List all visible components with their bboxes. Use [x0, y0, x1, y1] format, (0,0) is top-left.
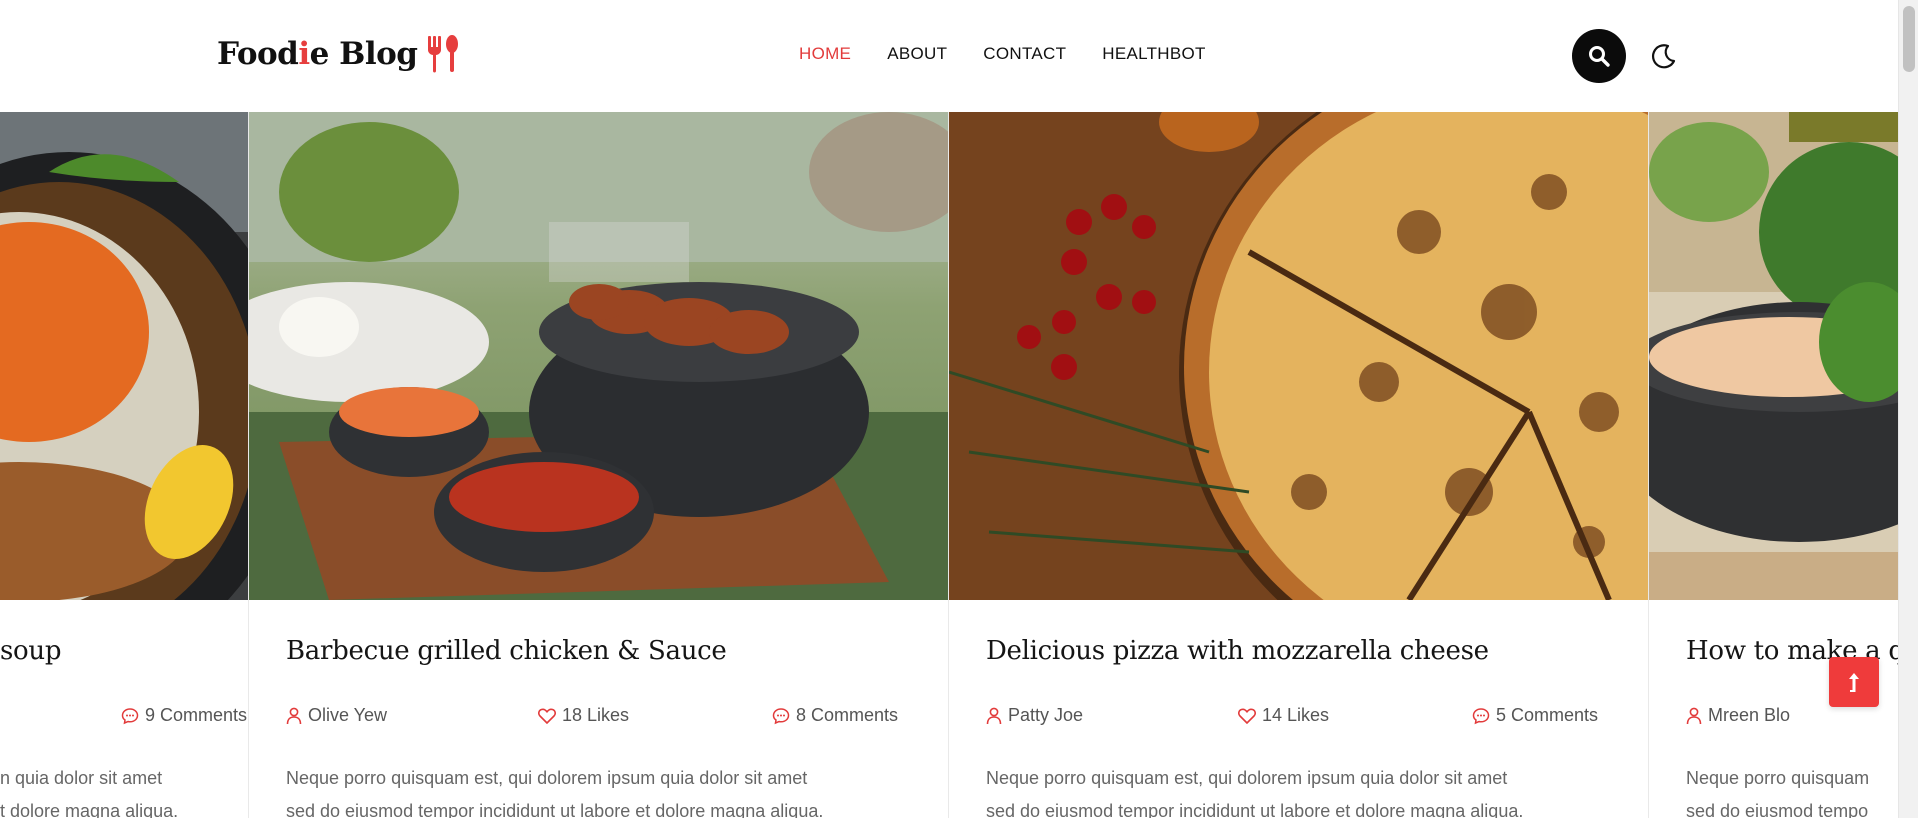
comment-icon	[121, 707, 139, 724]
main-nav: HOME ABOUT CONTACT HEALTHBOT	[799, 44, 1242, 64]
heart-icon	[1238, 708, 1256, 724]
moon-icon	[1651, 44, 1676, 69]
post-excerpt: Neque porro quisquam est, qui dolorem ip…	[286, 768, 824, 818]
user-icon	[986, 707, 1002, 724]
post-card[interactable]: How to make a qu Mreen Blo Neque porro q…	[1649, 112, 1898, 818]
arrow-up-icon	[1849, 673, 1859, 692]
post-meta: Mreen Blo	[1686, 705, 1898, 729]
post-slider: soup 9 Comments n quia dolor sit amet t …	[0, 112, 1898, 818]
post-card[interactable]: Delicious pizza with mozzarella cheese P…	[949, 112, 1649, 818]
author[interactable]: Patty Joe	[986, 705, 1083, 726]
logo-text-accent: i	[298, 36, 310, 72]
post-card[interactable]: Barbecue grilled chicken & Sauce Olive Y…	[249, 112, 949, 818]
comments-count[interactable]: 5 Comments	[1472, 705, 1598, 726]
logo-text-part1: Food	[217, 36, 299, 72]
search-icon	[1589, 46, 1610, 67]
dark-mode-toggle[interactable]	[1648, 41, 1678, 71]
search-button[interactable]	[1572, 29, 1626, 83]
likes-count[interactable]: 14 Likes	[1238, 705, 1329, 726]
post-title[interactable]: soup	[0, 636, 61, 666]
post-excerpt: Neque porro quisquam est, qui dolorem ip…	[986, 768, 1524, 818]
scrollbar-thumb[interactable]	[1903, 6, 1915, 72]
comments-count[interactable]: 9 Comments	[121, 705, 247, 726]
comments-count[interactable]: 8 Comments	[772, 705, 898, 726]
back-to-top-button[interactable]	[1829, 657, 1879, 707]
post-meta: Patty Joe 14 Likes 5 Comments	[986, 705, 1612, 729]
post-title[interactable]: Delicious pizza with mozzarella cheese	[986, 636, 1489, 666]
heart-icon	[538, 708, 556, 724]
post-image	[249, 112, 948, 600]
site-logo[interactable]: Food i e Blog	[217, 34, 461, 74]
user-icon	[286, 707, 302, 724]
nav-contact[interactable]: CONTACT	[983, 44, 1066, 64]
post-card[interactable]: soup 9 Comments n quia dolor sit amet t …	[0, 112, 249, 818]
page-scrollbar[interactable]	[1898, 0, 1918, 818]
logo-text-part2: e Blog	[309, 36, 418, 72]
site-header: Food i e Blog HOME ABOUT CONTACT HEALTHBOT	[0, 0, 1898, 112]
post-excerpt: n quia dolor sit amet t dolore magna ali…	[0, 768, 179, 818]
likes-count[interactable]: 18 Likes	[538, 705, 629, 726]
fork-spoon-icon	[425, 34, 461, 74]
post-image	[0, 112, 248, 600]
post-excerpt: Neque porro quisquam sed do eiusmod temp…	[1686, 768, 1870, 818]
post-title[interactable]: Barbecue grilled chicken & Sauce	[286, 636, 727, 666]
author[interactable]: Mreen Blo	[1686, 705, 1790, 726]
nav-home[interactable]: HOME	[799, 44, 851, 64]
post-meta: Olive Yew 18 Likes 8 Comments	[286, 705, 912, 729]
user-icon	[1686, 707, 1702, 724]
comment-icon	[1472, 707, 1490, 724]
post-meta: 9 Comments	[0, 705, 247, 729]
post-image	[949, 112, 1648, 600]
comment-icon	[772, 707, 790, 724]
author[interactable]: Olive Yew	[286, 705, 387, 726]
nav-healthbot[interactable]: HEALTHBOT	[1102, 44, 1205, 64]
post-image	[1649, 112, 1898, 600]
nav-about[interactable]: ABOUT	[887, 44, 947, 64]
